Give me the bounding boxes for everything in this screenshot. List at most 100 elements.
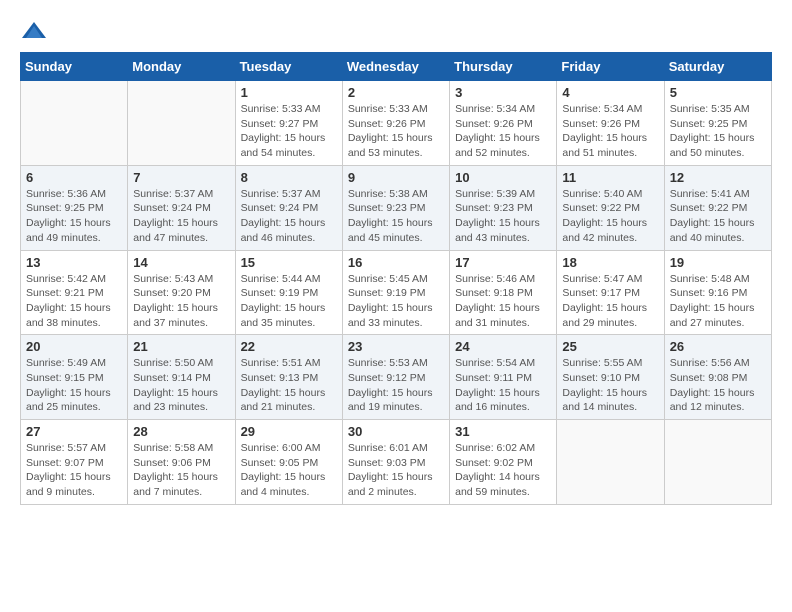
weekday-header-tuesday: Tuesday — [235, 53, 342, 81]
weekday-row: SundayMondayTuesdayWednesdayThursdayFrid… — [21, 53, 772, 81]
day-info: Sunrise: 5:42 AM Sunset: 9:21 PM Dayligh… — [26, 272, 122, 331]
day-info: Sunrise: 6:01 AM Sunset: 9:03 PM Dayligh… — [348, 441, 444, 500]
calendar-cell: 11 Sunrise: 5:40 AM Sunset: 9:22 PM Dayli… — [557, 165, 664, 250]
day-number: 23 — [348, 339, 444, 354]
calendar-cell: 7 Sunrise: 5:37 AM Sunset: 9:24 PM Daylig… — [128, 165, 235, 250]
day-info: Sunrise: 5:35 AM Sunset: 9:25 PM Dayligh… — [670, 102, 766, 161]
calendar-week-2: 6 Sunrise: 5:36 AM Sunset: 9:25 PM Daylig… — [21, 165, 772, 250]
day-number: 15 — [241, 255, 337, 270]
day-info: Sunrise: 5:50 AM Sunset: 9:14 PM Dayligh… — [133, 356, 229, 415]
day-number: 22 — [241, 339, 337, 354]
day-number: 16 — [348, 255, 444, 270]
calendar-cell — [664, 420, 771, 505]
calendar-cell: 14 Sunrise: 5:43 AM Sunset: 9:20 PM Dayli… — [128, 250, 235, 335]
day-info: Sunrise: 5:49 AM Sunset: 9:15 PM Dayligh… — [26, 356, 122, 415]
day-info: Sunrise: 5:33 AM Sunset: 9:26 PM Dayligh… — [348, 102, 444, 161]
calendar-cell: 22 Sunrise: 5:51 AM Sunset: 9:13 PM Dayli… — [235, 335, 342, 420]
day-info: Sunrise: 5:38 AM Sunset: 9:23 PM Dayligh… — [348, 187, 444, 246]
calendar-cell: 15 Sunrise: 5:44 AM Sunset: 9:19 PM Dayli… — [235, 250, 342, 335]
calendar-cell: 29Sunrise: 6:00 AM Sunset: 9:05 PM Dayli… — [235, 420, 342, 505]
day-info: Sunrise: 5:55 AM Sunset: 9:10 PM Dayligh… — [562, 356, 658, 415]
day-info: Sunrise: 5:56 AM Sunset: 9:08 PM Dayligh… — [670, 356, 766, 415]
day-info: Sunrise: 5:39 AM Sunset: 9:23 PM Dayligh… — [455, 187, 551, 246]
calendar-cell: 18 Sunrise: 5:47 AM Sunset: 9:17 PM Dayli… — [557, 250, 664, 335]
day-number: 12 — [670, 170, 766, 185]
day-number: 6 — [26, 170, 122, 185]
day-number: 13 — [26, 255, 122, 270]
day-number: 26 — [670, 339, 766, 354]
day-number: 9 — [348, 170, 444, 185]
calendar-cell: 25 Sunrise: 5:55 AM Sunset: 9:10 PM Dayli… — [557, 335, 664, 420]
day-info: Sunrise: 5:46 AM Sunset: 9:18 PM Dayligh… — [455, 272, 551, 331]
weekday-header-thursday: Thursday — [450, 53, 557, 81]
weekday-header-sunday: Sunday — [21, 53, 128, 81]
day-number: 11 — [562, 170, 658, 185]
calendar-cell: 30Sunrise: 6:01 AM Sunset: 9:03 PM Dayli… — [342, 420, 449, 505]
day-info: Sunrise: 5:36 AM Sunset: 9:25 PM Dayligh… — [26, 187, 122, 246]
calendar-cell: 2 Sunrise: 5:33 AM Sunset: 9:26 PM Daylig… — [342, 81, 449, 166]
day-info: Sunrise: 5:48 AM Sunset: 9:16 PM Dayligh… — [670, 272, 766, 331]
day-info: Sunrise: 5:51 AM Sunset: 9:13 PM Dayligh… — [241, 356, 337, 415]
day-number: 25 — [562, 339, 658, 354]
calendar-cell: 23 Sunrise: 5:53 AM Sunset: 9:12 PM Dayli… — [342, 335, 449, 420]
calendar-week-3: 13 Sunrise: 5:42 AM Sunset: 9:21 PM Dayli… — [21, 250, 772, 335]
day-number: 5 — [670, 85, 766, 100]
day-info: Sunrise: 5:33 AM Sunset: 9:27 PM Dayligh… — [241, 102, 337, 161]
day-info: Sunrise: 5:37 AM Sunset: 9:24 PM Dayligh… — [241, 187, 337, 246]
calendar-cell: 21 Sunrise: 5:50 AM Sunset: 9:14 PM Dayli… — [128, 335, 235, 420]
calendar-header: SundayMondayTuesdayWednesdayThursdayFrid… — [21, 53, 772, 81]
calendar-cell: 4 Sunrise: 5:34 AM Sunset: 9:26 PM Daylig… — [557, 81, 664, 166]
day-number: 31 — [455, 424, 551, 439]
calendar-cell: 10 Sunrise: 5:39 AM Sunset: 9:23 PM Dayli… — [450, 165, 557, 250]
day-info: Sunrise: 5:34 AM Sunset: 9:26 PM Dayligh… — [562, 102, 658, 161]
day-number: 4 — [562, 85, 658, 100]
day-info: Sunrise: 5:57 AM Sunset: 9:07 PM Dayligh… — [26, 441, 122, 500]
day-number: 1 — [241, 85, 337, 100]
calendar-cell: 13 Sunrise: 5:42 AM Sunset: 9:21 PM Dayli… — [21, 250, 128, 335]
calendar-cell: 5 Sunrise: 5:35 AM Sunset: 9:25 PM Daylig… — [664, 81, 771, 166]
day-info: Sunrise: 5:44 AM Sunset: 9:19 PM Dayligh… — [241, 272, 337, 331]
calendar-week-5: 27Sunrise: 5:57 AM Sunset: 9:07 PM Dayli… — [21, 420, 772, 505]
logo-icon — [20, 20, 48, 42]
logo — [20, 20, 52, 42]
calendar-week-1: 1 Sunrise: 5:33 AM Sunset: 9:27 PM Daylig… — [21, 81, 772, 166]
weekday-header-saturday: Saturday — [664, 53, 771, 81]
calendar-cell: 8 Sunrise: 5:37 AM Sunset: 9:24 PM Daylig… — [235, 165, 342, 250]
calendar-cell: 16Sunrise: 5:45 AM Sunset: 9:19 PM Dayli… — [342, 250, 449, 335]
day-number: 28 — [133, 424, 229, 439]
calendar-cell: 27Sunrise: 5:57 AM Sunset: 9:07 PM Dayli… — [21, 420, 128, 505]
day-number: 8 — [241, 170, 337, 185]
day-info: Sunrise: 5:53 AM Sunset: 9:12 PM Dayligh… — [348, 356, 444, 415]
calendar-body: 1 Sunrise: 5:33 AM Sunset: 9:27 PM Daylig… — [21, 81, 772, 505]
day-number: 14 — [133, 255, 229, 270]
day-number: 24 — [455, 339, 551, 354]
day-info: Sunrise: 5:41 AM Sunset: 9:22 PM Dayligh… — [670, 187, 766, 246]
day-number: 7 — [133, 170, 229, 185]
day-info: Sunrise: 5:47 AM Sunset: 9:17 PM Dayligh… — [562, 272, 658, 331]
calendar-cell: 9 Sunrise: 5:38 AM Sunset: 9:23 PM Daylig… — [342, 165, 449, 250]
day-number: 21 — [133, 339, 229, 354]
day-info: Sunrise: 5:40 AM Sunset: 9:22 PM Dayligh… — [562, 187, 658, 246]
calendar-cell: 1 Sunrise: 5:33 AM Sunset: 9:27 PM Daylig… — [235, 81, 342, 166]
weekday-header-friday: Friday — [557, 53, 664, 81]
day-info: Sunrise: 6:02 AM Sunset: 9:02 PM Dayligh… — [455, 441, 551, 500]
calendar-cell: 19 Sunrise: 5:48 AM Sunset: 9:16 PM Dayli… — [664, 250, 771, 335]
calendar-cell: 20Sunrise: 5:49 AM Sunset: 9:15 PM Dayli… — [21, 335, 128, 420]
day-info: Sunrise: 5:37 AM Sunset: 9:24 PM Dayligh… — [133, 187, 229, 246]
weekday-header-wednesday: Wednesday — [342, 53, 449, 81]
day-number: 2 — [348, 85, 444, 100]
calendar-cell — [21, 81, 128, 166]
header — [20, 20, 772, 42]
day-info: Sunrise: 5:54 AM Sunset: 9:11 PM Dayligh… — [455, 356, 551, 415]
calendar-cell: 31 Sunrise: 6:02 AM Sunset: 9:02 PM Dayli… — [450, 420, 557, 505]
calendar-cell: 12 Sunrise: 5:41 AM Sunset: 9:22 PM Dayli… — [664, 165, 771, 250]
day-info: Sunrise: 5:43 AM Sunset: 9:20 PM Dayligh… — [133, 272, 229, 331]
calendar-cell: 17Sunrise: 5:46 AM Sunset: 9:18 PM Dayli… — [450, 250, 557, 335]
day-number: 3 — [455, 85, 551, 100]
day-info: Sunrise: 6:00 AM Sunset: 9:05 PM Dayligh… — [241, 441, 337, 500]
day-number: 19 — [670, 255, 766, 270]
day-number: 18 — [562, 255, 658, 270]
day-number: 10 — [455, 170, 551, 185]
calendar-cell: 26 Sunrise: 5:56 AM Sunset: 9:08 PM Dayli… — [664, 335, 771, 420]
day-info: Sunrise: 5:58 AM Sunset: 9:06 PM Dayligh… — [133, 441, 229, 500]
